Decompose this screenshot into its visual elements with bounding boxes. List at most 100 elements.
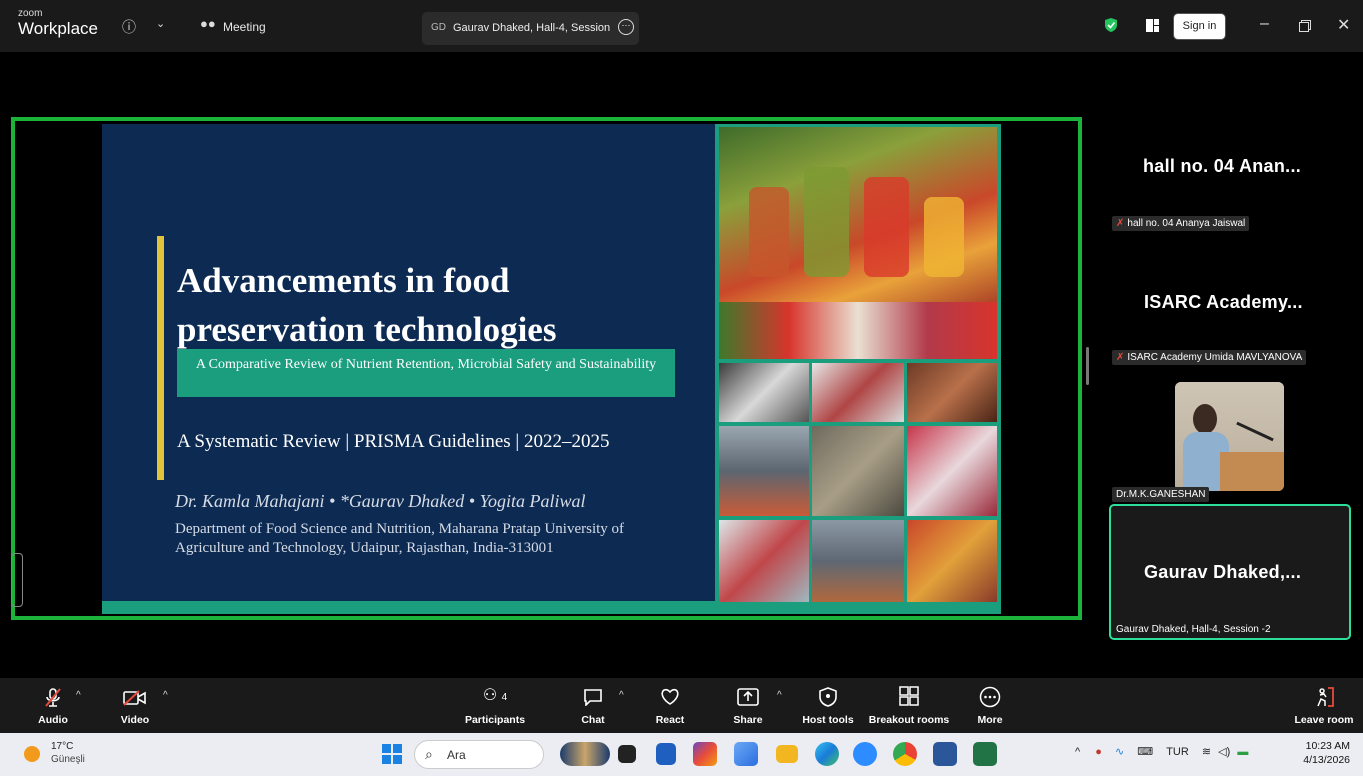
participant-label-text: Gaurav Dhaked, Hall-4, Session -2 <box>1116 624 1271 635</box>
clock-time: 10:23 AM <box>1305 740 1350 752</box>
windows-start-icon[interactable] <box>382 744 402 764</box>
system-clock[interactable]: 10:23 AM 4/13/2026 <box>1300 739 1350 767</box>
participant-label-text: Dr.M.K.GANESHAN <box>1116 489 1206 500</box>
leave-room-button[interactable]: Leave room <box>1290 678 1358 733</box>
canned-food-image <box>812 426 904 516</box>
leave-room-icon <box>1317 687 1334 707</box>
zoom-logo: zoom Workplace <box>18 8 98 38</box>
chat-button[interactable]: Chat <box>573 678 613 733</box>
audio-button[interactable]: Audio <box>28 678 78 733</box>
react-button[interactable]: React <box>648 678 692 733</box>
active-speaker-tile[interactable]: Gaurav Dhaked,... Gaurav Dhaked, Hall-4,… <box>1109 504 1351 640</box>
share-label: Share <box>733 714 763 726</box>
meeting-toolbar: Audio ^ Video ^ ⚇ 4 Participants Chat ^ … <box>0 678 1363 733</box>
volume-icon[interactable]: ◁) <box>1218 746 1230 758</box>
muted-mic-icon: ✗ <box>1116 352 1125 363</box>
leave-room-label: Leave room <box>1294 714 1354 726</box>
video-label: Video <box>120 714 150 726</box>
language-indicator[interactable]: TUR <box>1166 746 1189 758</box>
teams-icon[interactable] <box>734 742 758 766</box>
search-icon: ⌕ <box>425 746 433 762</box>
share-button[interactable]: Share <box>728 678 768 733</box>
sign-in-button[interactable]: Sign in <box>1173 13 1226 40</box>
excel-icon[interactable] <box>973 742 997 766</box>
slide-review-line: A Systematic Review | PRISMA Guidelines … <box>177 431 610 452</box>
chat-label: Chat <box>581 714 605 726</box>
close-icon[interactable]: ✕ <box>1337 15 1350 35</box>
more-label: More <box>977 714 1003 726</box>
tray-chevron-icon[interactable]: ^ <box>1075 746 1080 758</box>
video-off-icon <box>123 690 146 706</box>
app-brand-small: zoom <box>18 8 43 19</box>
heart-icon <box>661 688 679 705</box>
keyboard-icon[interactable]: ⌨ <box>1137 746 1153 758</box>
breakout-rooms-button[interactable]: Breakout rooms <box>864 678 954 733</box>
processing-line-image <box>719 426 809 516</box>
host-tools-button[interactable]: Host tools <box>798 678 858 733</box>
os-taskbar: 17°C Güneşli ⌕ Ara ^ ● ∿ ⌨ TUR ≋ ◁) ▬ 10… <box>0 733 1363 776</box>
system-tray: ^ ● ∿ ⌨ TUR ≋ ◁) ▬ <box>1075 745 1248 758</box>
participant-tile-name: hall no. 04 Anan... <box>1143 156 1302 176</box>
widgets-icon[interactable] <box>560 742 610 766</box>
participant-label-text: ISARC Academy Umida MAVLYANOVA <box>1127 352 1303 363</box>
participant-label: Gaurav Dhaked, Hall-4, Session -2 <box>1112 622 1275 637</box>
share-caret-icon[interactable]: ^ <box>777 690 782 701</box>
battery-icon[interactable]: ▬ <box>1237 746 1248 758</box>
file-explorer-icon[interactable] <box>776 745 798 763</box>
active-speaker-tab[interactable]: GD Gaurav Dhaked, Hall-4, Session -2 ··· <box>422 12 639 45</box>
speaker-initials: GD <box>431 22 446 33</box>
chevron-down-icon[interactable]: ⌄ <box>156 17 165 30</box>
vacuum-packed-image <box>719 520 809 602</box>
app-name: Workplace <box>18 19 98 38</box>
shared-screen: Advancements in food preservation techno… <box>11 117 1082 620</box>
restore-icon[interactable] <box>1299 20 1311 32</box>
frozen-berries-image <box>907 426 997 516</box>
participants-button[interactable]: ⚇ 4 Participants <box>460 678 530 733</box>
slide-department: Department of Food Science and Nutrition… <box>175 521 625 556</box>
participant-label: ✗ hall no. 04 Ananya Jaiswal <box>1112 216 1250 231</box>
taskbar-search[interactable]: ⌕ Ara <box>414 740 544 769</box>
info-icon[interactable]: ⓘ <box>122 17 136 37</box>
participant-tile-name: Gaurav Dhaked,... <box>1144 562 1302 582</box>
audio-label: Audio <box>38 714 68 726</box>
calculator-icon[interactable] <box>656 743 676 765</box>
minimize-icon[interactable]: – <box>1260 15 1269 33</box>
side-panel-handle[interactable] <box>11 553 23 607</box>
more-button[interactable]: More <box>968 678 1012 733</box>
network-alert-icon[interactable]: ● <box>1095 746 1102 758</box>
host-tools-label: Host tools <box>802 714 854 726</box>
layout-icon[interactable] <box>1146 19 1159 32</box>
video-button[interactable]: Video <box>110 678 160 733</box>
zoom-app-icon[interactable] <box>853 742 877 766</box>
chat-caret-icon[interactable]: ^ <box>619 690 624 701</box>
slide-title: Advancements in food preservation techno… <box>177 261 557 349</box>
salt-fish-image <box>719 363 809 422</box>
sun-icon <box>24 746 40 762</box>
slide-subtitle: A Comparative Review of Nutrient Retenti… <box>177 349 675 397</box>
participants-label: Participants <box>464 714 526 726</box>
chat-icon <box>584 689 602 706</box>
slide-accent-bar <box>157 236 164 480</box>
participant-tile-name: ISARC Academy... <box>1144 292 1303 312</box>
panel-resize-handle[interactable] <box>1086 347 1089 385</box>
wifi-icon[interactable]: ≋ <box>1202 746 1211 758</box>
edge-icon[interactable] <box>815 742 839 766</box>
host-shield-icon <box>819 687 837 707</box>
breakout-rooms-label: Breakout rooms <box>868 714 950 726</box>
conveyor-image <box>812 520 904 602</box>
video-caret-icon[interactable]: ^ <box>163 690 168 701</box>
participants-count: 4 <box>501 692 508 703</box>
audio-caret-icon[interactable]: ^ <box>76 690 81 701</box>
shield-icon[interactable] <box>1104 17 1118 33</box>
muted-mic-icon: ✗ <box>1116 218 1125 229</box>
more-options-icon[interactable]: ··· <box>618 19 634 35</box>
participants-icon: ⚇ 4 <box>482 687 508 704</box>
food-photo-collage <box>715 124 1001 602</box>
participant-video[interactable] <box>1175 382 1284 491</box>
meeting-tab[interactable]: Meeting <box>223 20 266 34</box>
chrome-icon[interactable] <box>893 742 917 766</box>
copilot-icon[interactable] <box>693 742 717 766</box>
task-view-icon[interactable] <box>618 745 636 763</box>
word-icon[interactable] <box>933 742 957 766</box>
pen-icon[interactable]: ∿ <box>1115 746 1124 758</box>
